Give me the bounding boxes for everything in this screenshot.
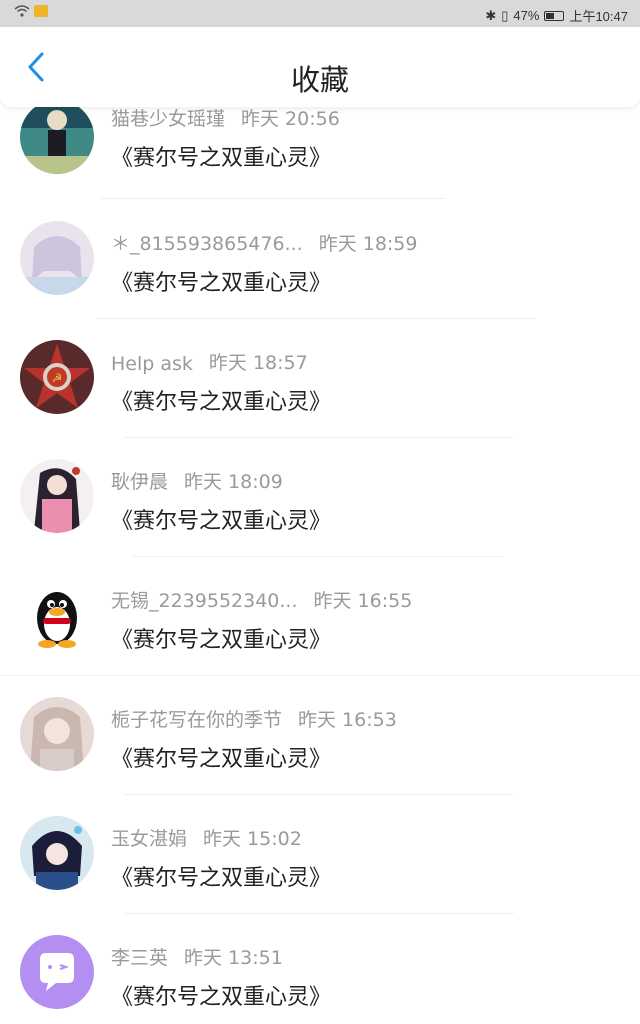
- page-title: 收藏: [290, 63, 349, 97]
- item-content: 《赛尔号之双重心灵》: [111, 271, 332, 296]
- divider: [124, 794, 514, 795]
- avatar[interactable]: [20, 816, 94, 890]
- list-item[interactable]: 栀子花写在你的季节 昨天 16:53 《赛尔号之双重心灵》: [0, 695, 640, 813]
- divider: [96, 318, 536, 319]
- status-bar: ✱ ▯ 47% 上午10:47: [0, 0, 640, 27]
- item-content: 《赛尔号之双重心灵》: [111, 747, 332, 772]
- item-time: 昨天 16:55: [313, 590, 413, 612]
- avatar[interactable]: [20, 107, 94, 174]
- divider: [124, 913, 514, 914]
- item-content: 《赛尔号之双重心灵》: [111, 390, 332, 415]
- status-left: [14, 5, 48, 17]
- user-name: ＊_815593865476...: [111, 233, 303, 255]
- item-meta: 猫巷少女瑶瑾 昨天 20:56: [111, 107, 340, 131]
- list-item[interactable]: 无锡_2239552340... 昨天 16:55 《赛尔号之双重心灵》: [0, 576, 640, 694]
- favorites-list: 猫巷少女瑶瑾 昨天 20:56 《赛尔号之双重心灵》 ＊_815593865476…: [0, 107, 640, 1024]
- avatar[interactable]: [20, 697, 94, 771]
- item-meta: Help ask 昨天 18:57: [111, 348, 308, 375]
- item-content: 《赛尔号之双重心灵》: [111, 628, 332, 653]
- vibrate-icon: ▯: [501, 7, 509, 23]
- item-content: 《赛尔号之双重心灵》: [111, 509, 332, 534]
- status-right: ✱ ▯ 47% 上午10:47: [485, 6, 628, 25]
- title-bar: 收藏: [0, 27, 640, 107]
- avatar[interactable]: ☭: [20, 340, 94, 414]
- item-time: 昨天 16:53: [298, 709, 397, 731]
- avatar[interactable]: [20, 221, 94, 295]
- list-item[interactable]: 耿伊晨 昨天 18:09 《赛尔号之双重心灵》: [0, 457, 640, 575]
- item-meta: ＊_815593865476... 昨天 18:59: [111, 229, 417, 256]
- avatar[interactable]: [20, 935, 94, 1009]
- divider: [124, 437, 514, 438]
- bluetooth-icon: ✱: [485, 7, 497, 23]
- divider: [0, 675, 640, 676]
- avatar[interactable]: [20, 459, 94, 533]
- list-item[interactable]: 李三英 昨天 13:51 《赛尔号之双重心灵》: [0, 933, 640, 1024]
- user-name: 猫巷少女瑶瑾: [111, 108, 226, 130]
- svg-text:☭: ☭: [52, 371, 63, 385]
- clock: 上午10:47: [569, 9, 628, 24]
- wifi-icon: [14, 5, 30, 17]
- item-time: 昨天 18:59: [318, 233, 418, 255]
- item-meta: 栀子花写在你的季节 昨天 16:53: [111, 705, 397, 732]
- user-name: 无锡_2239552340...: [111, 590, 298, 612]
- user-name: 玉女湛娟: [111, 828, 188, 850]
- battery-percent: 47%: [513, 8, 540, 23]
- item-meta: 无锡_2239552340... 昨天 16:55: [111, 586, 412, 613]
- list-item[interactable]: 玉女湛娟 昨天 15:02 《赛尔号之双重心灵》: [0, 814, 640, 932]
- user-name: Help ask: [111, 353, 193, 375]
- item-time: 昨天 13:51: [184, 947, 283, 969]
- avatar[interactable]: [20, 578, 94, 652]
- list-item[interactable]: ☭ Help ask 昨天 18:57 《赛尔号之双重心灵》: [0, 338, 640, 456]
- list-item[interactable]: ＊_815593865476... 昨天 18:59 《赛尔号之双重心灵》: [0, 219, 640, 337]
- item-time: 昨天 18:57: [208, 352, 308, 374]
- item-content: 《赛尔号之双重心灵》: [111, 866, 332, 891]
- user-name: 耿伊晨: [111, 471, 169, 493]
- list-item[interactable]: 猫巷少女瑶瑾 昨天 20:56 《赛尔号之双重心灵》: [0, 107, 640, 218]
- item-content: 《赛尔号之双重心灵》: [111, 985, 332, 1010]
- battery-icon: [544, 10, 565, 21]
- item-meta: 玉女湛娟 昨天 15:02: [111, 824, 302, 851]
- item-meta: 李三英 昨天 13:51: [111, 943, 283, 970]
- item-time: 昨天 15:02: [203, 828, 302, 850]
- user-name: 栀子花写在你的季节: [111, 709, 283, 731]
- item-meta: 耿伊晨 昨天 18:09: [111, 467, 283, 494]
- user-name: 李三英: [111, 947, 169, 969]
- item-content: 《赛尔号之双重心灵》: [111, 146, 332, 171]
- notification-icon: [34, 5, 48, 17]
- divider: [100, 198, 445, 199]
- item-time: 昨天 20:56: [241, 108, 340, 130]
- divider: [132, 556, 504, 557]
- item-time: 昨天 18:09: [184, 471, 283, 493]
